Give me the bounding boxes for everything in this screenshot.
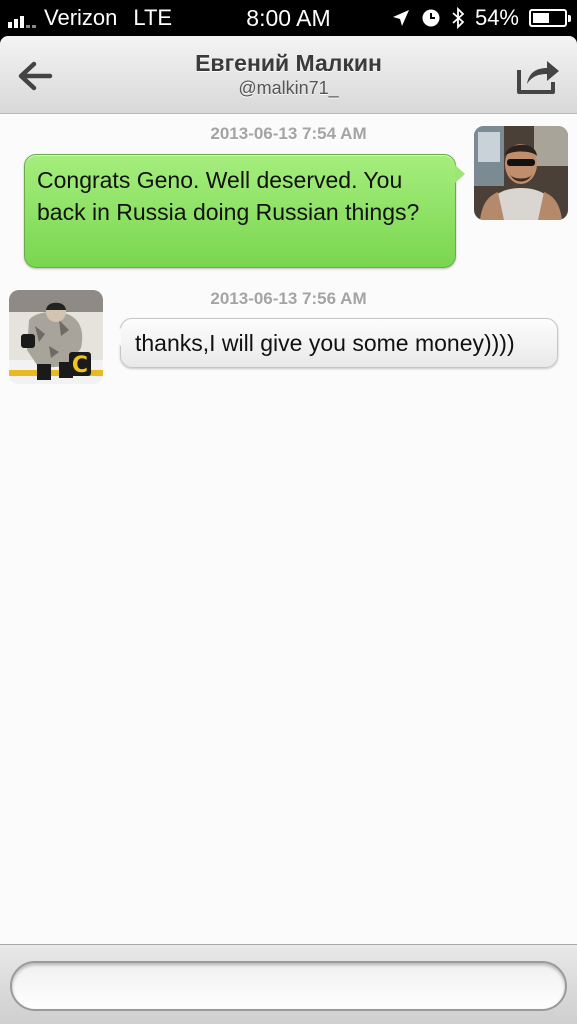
compose-bar — [0, 944, 577, 1024]
contact-avatar-photo: C — [9, 290, 103, 384]
share-icon — [517, 61, 559, 94]
sender-avatar-photo — [474, 126, 568, 220]
sender-avatar[interactable] — [474, 126, 568, 220]
bluetooth-icon — [452, 6, 465, 30]
status-bar: Verizon LTE 8:00 AM 54% — [0, 0, 577, 36]
incoming-message-bubble[interactable]: thanks,I will give you some money)))) — [111, 318, 558, 368]
svg-text:C: C — [72, 353, 88, 378]
alarm-clock-icon — [422, 9, 440, 27]
contact-handle: @malkin71_ — [238, 78, 339, 98]
contact-avatar[interactable]: C — [9, 290, 103, 384]
conversation-header: Евгений Малкин @malkin71_ — [0, 36, 577, 114]
share-button[interactable] — [515, 56, 561, 96]
contact-name: Евгений Малкин — [195, 50, 382, 76]
message-thread[interactable]: 2013-06-13 7:54 AM Congrats Geno. Well d… — [0, 114, 577, 944]
message-input[interactable] — [10, 961, 567, 1011]
battery-percent: 54% — [474, 5, 519, 30]
location-icon — [392, 10, 409, 26]
battery-fill — [533, 13, 549, 23]
outgoing-message-bubble[interactable]: Congrats Geno. Well deserved. You back i… — [24, 154, 465, 268]
status-right: 54% — [391, 5, 571, 31]
message-text: thanks,I will give you some money)))) — [135, 330, 515, 356]
message-text: Congrats Geno. Well deserved. You back i… — [37, 167, 420, 225]
battery-icon — [529, 9, 571, 27]
